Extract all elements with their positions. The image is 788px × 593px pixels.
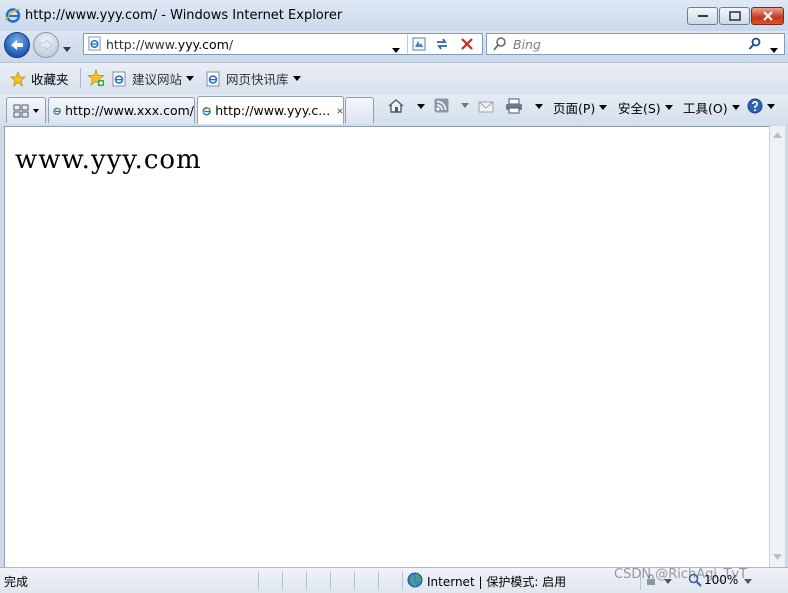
close-icon xyxy=(762,11,773,21)
chevron-down-icon xyxy=(33,108,39,113)
security-zone[interactable]: Internet | 保护模式: 启用 xyxy=(427,573,566,590)
search-box[interactable]: Bing xyxy=(486,33,785,55)
tab-title: http://www.yyy.c... xyxy=(215,103,331,118)
web-slice-gallery-label: 网页快讯库 xyxy=(226,72,289,87)
scroll-up-icon[interactable] xyxy=(773,132,782,138)
status-separator xyxy=(330,571,331,590)
stop-icon[interactable] xyxy=(460,37,474,51)
home-icon xyxy=(388,99,404,113)
chevron-down-icon xyxy=(417,103,425,109)
search-input[interactable]: Bing xyxy=(513,37,541,52)
close-tab-icon[interactable] xyxy=(337,106,343,116)
read-mail-icon[interactable] xyxy=(478,100,494,114)
address-bar[interactable]: http://www.yyy.com/ xyxy=(83,33,483,55)
status-separator xyxy=(306,571,307,590)
home-button[interactable] xyxy=(387,98,425,114)
arrow-left-icon xyxy=(11,40,23,50)
minimize-button[interactable] xyxy=(687,7,718,25)
scroll-down-icon[interactable] xyxy=(773,554,782,560)
print-button[interactable] xyxy=(505,98,543,114)
forward-button[interactable] xyxy=(33,32,59,58)
address-dropdown[interactable] xyxy=(392,42,400,56)
ie-page-icon xyxy=(206,71,220,86)
maximize-icon xyxy=(728,11,741,21)
history-dropdown[interactable] xyxy=(63,41,71,55)
web-slice-gallery-button[interactable]: 网页快讯库 xyxy=(205,69,301,88)
close-button[interactable] xyxy=(751,7,784,25)
window-title: http://www.yyy.com/ - Windows Internet E… xyxy=(25,8,343,23)
back-button[interactable] xyxy=(4,32,30,58)
search-icon[interactable] xyxy=(748,37,762,51)
watermark: CSDN @RichAgi_TvT xyxy=(614,567,748,582)
status-separator xyxy=(258,571,259,590)
chevron-down-icon xyxy=(767,103,775,109)
favorites-button[interactable]: 收藏夹 xyxy=(10,69,69,88)
ie-logo-icon xyxy=(5,8,21,23)
tools-menu[interactable]: 工具(O) xyxy=(683,98,740,117)
chevron-down-icon xyxy=(186,76,195,81)
quick-tabs-button[interactable] xyxy=(6,97,46,123)
minimize-icon xyxy=(697,15,708,17)
chevron-down-icon xyxy=(535,103,543,109)
tab-yyy[interactable]: http://www.yyy.c... xyxy=(197,96,344,124)
compatibility-view-icon[interactable] xyxy=(411,36,427,52)
ie-page-icon xyxy=(112,71,126,86)
chevron-down-icon xyxy=(599,105,608,110)
tab-title: http://www.xxx.com/ xyxy=(65,103,194,118)
status-separator xyxy=(402,571,403,590)
safety-menu[interactable]: 安全(S) xyxy=(618,98,673,117)
ie-logo-icon xyxy=(53,107,61,115)
status-separator xyxy=(282,571,283,590)
favorites-label: 收藏夹 xyxy=(31,72,69,87)
refresh-icon[interactable] xyxy=(434,36,450,52)
chevron-down-icon xyxy=(664,105,673,110)
suggested-sites-label: 建议网站 xyxy=(132,72,183,87)
safety-menu-label: 安全(S) xyxy=(618,101,661,116)
new-tab-button[interactable] xyxy=(345,97,374,123)
tools-menu-label: 工具(O) xyxy=(683,101,728,116)
globe-icon xyxy=(407,572,423,588)
tab-xxx[interactable]: http://www.xxx.com/ xyxy=(48,97,195,123)
help-button[interactable] xyxy=(747,98,775,114)
search-options-dropdown[interactable] xyxy=(770,42,778,56)
chevron-down-icon xyxy=(292,76,301,81)
address-separator xyxy=(407,34,408,54)
add-favorites-icon[interactable] xyxy=(87,69,105,87)
status-separator xyxy=(354,571,355,590)
printer-icon xyxy=(506,98,522,114)
suggested-sites-button[interactable]: 建议网站 xyxy=(111,69,195,88)
feeds-button[interactable] xyxy=(434,98,469,113)
page-content: www.yyy.com xyxy=(4,126,769,567)
search-provider-icon xyxy=(493,37,506,51)
page-menu[interactable]: 页面(P) xyxy=(553,98,608,117)
address-input[interactable]: http://www.yyy.com/ xyxy=(106,37,233,52)
chevron-down-icon xyxy=(461,103,469,108)
status-separator xyxy=(378,571,379,590)
page-icon xyxy=(88,36,101,51)
help-icon xyxy=(747,98,763,114)
arrow-right-icon xyxy=(39,39,53,51)
status-text: 完成 xyxy=(4,575,29,589)
star-icon xyxy=(10,70,26,87)
maximize-button[interactable] xyxy=(719,7,750,25)
rss-feed-icon xyxy=(434,98,449,113)
favorites-separator xyxy=(80,68,81,88)
quick-tabs-icon xyxy=(13,104,29,117)
page-menu-label: 页面(P) xyxy=(553,101,596,116)
chevron-down-icon xyxy=(731,105,740,110)
ie-logo-icon xyxy=(202,106,211,115)
vertical-scrollbar[interactable] xyxy=(769,126,785,567)
page-heading: www.yyy.com xyxy=(15,145,202,175)
